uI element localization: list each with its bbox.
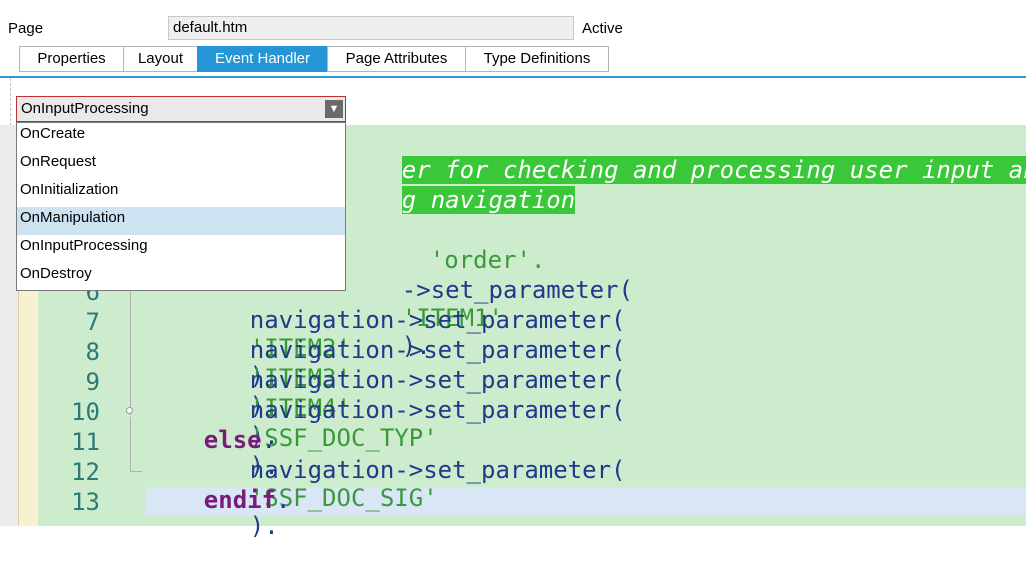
keyword-endif: endif <box>203 486 277 514</box>
tab-properties[interactable]: Properties <box>19 46 123 72</box>
event-select-value: OnInputProcessing <box>21 100 149 117</box>
comment-text: g navigation <box>401 186 576 214</box>
option-oninputprocessing[interactable]: OnInputProcessing <box>17 235 345 263</box>
method-call: ->set_parameter( <box>394 456 626 484</box>
status-text: Active <box>582 20 623 37</box>
tab-event-handler[interactable]: Event Handler <box>197 46 327 72</box>
option-onmanipulation[interactable]: OnManipulation <box>17 207 345 235</box>
event-options-list: OnCreate OnRequest OnInitialization OnMa… <box>16 122 346 291</box>
fold-end <box>130 471 142 472</box>
event-select[interactable]: OnInputProcessing ▼ <box>16 96 346 122</box>
line-number: 12 <box>71 458 100 486</box>
option-oncreate[interactable]: OnCreate <box>17 123 345 151</box>
option-ondestroy[interactable]: OnDestroy <box>17 263 345 291</box>
tab-type-definitions[interactable]: Type Definitions <box>465 46 609 72</box>
tab-strip: Properties Layout Event Handler Page Att… <box>19 46 609 72</box>
line-number: 8 <box>85 338 100 366</box>
tab-layout[interactable]: Layout <box>123 46 197 72</box>
line-number: 10 <box>71 398 100 426</box>
page-name-field[interactable]: default.htm <box>168 16 574 40</box>
line-number: 7 <box>85 308 100 336</box>
option-onrequest[interactable]: OnRequest <box>17 151 345 179</box>
fold-guide <box>130 285 131 415</box>
tab-page-attributes[interactable]: Page Attributes <box>327 46 465 72</box>
line-number: 9 <box>85 368 100 396</box>
line-number: 11 <box>71 428 100 456</box>
chevron-down-icon[interactable]: ▼ <box>325 100 343 118</box>
method-call: ->set_parameter( <box>394 396 626 424</box>
fold-marker[interactable] <box>126 407 133 414</box>
page-label: Page <box>8 20 44 37</box>
fold-guide <box>130 417 131 472</box>
period: . <box>276 486 291 514</box>
option-oninitialization[interactable]: OnInitialization <box>17 179 345 207</box>
line-number: 13 <box>71 488 100 516</box>
tab-underline <box>0 76 1026 78</box>
